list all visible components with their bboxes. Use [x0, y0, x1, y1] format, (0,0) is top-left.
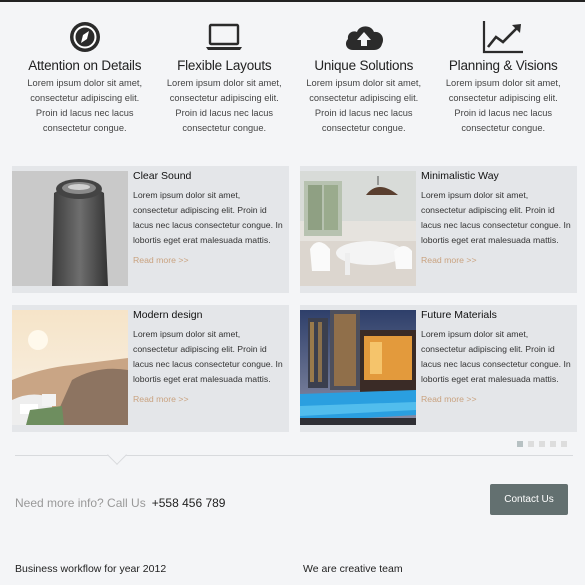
section-divider	[15, 455, 573, 456]
feature-title: Unique Solutions	[314, 58, 414, 73]
card-text: Lorem ipsum dolor sit amet, consectetur …	[133, 190, 283, 245]
cloud-upload-icon	[294, 20, 434, 54]
footer-heading-team: We are creative team	[303, 563, 403, 575]
card-modern-design: Modern design Lorem ipsum dolor sit amet…	[12, 305, 289, 432]
feature-title: Planning & Visions	[448, 58, 558, 73]
footer-heading-workflow: Business workflow for year 2012	[15, 563, 167, 575]
carousel-pager	[517, 441, 567, 447]
feature-title: Flexible Layouts	[177, 58, 272, 73]
interior-image	[300, 171, 416, 286]
feature-text: Lorem ipsum dolor sit amet, consectetur …	[445, 78, 561, 133]
phone-number: +558 456 789	[151, 496, 226, 510]
feature-planning: Planning & Visions Lorem ipsum dolor sit…	[434, 20, 574, 136]
pool-building-image	[300, 310, 416, 425]
speaker-image	[12, 171, 128, 286]
card-minimalistic-way: Minimalistic Way Lorem ipsum dolor sit a…	[300, 166, 577, 293]
compass-icon	[15, 20, 155, 54]
card-text: Lorem ipsum dolor sit amet, consectetur …	[421, 190, 571, 245]
chart-up-icon	[434, 20, 574, 54]
divider-notch	[107, 445, 127, 465]
feature-attention: Attention on Details Lorem ipsum dolor s…	[15, 20, 155, 136]
card-text: Lorem ipsum dolor sit amet, consectetur …	[133, 329, 283, 384]
top-border	[0, 0, 585, 2]
coast-image	[12, 310, 128, 425]
call-us-prompt: Need more info? Call Us	[15, 496, 146, 510]
pager-dot[interactable]	[528, 441, 534, 447]
feature-text: Lorem ipsum dolor sit amet, consectetur …	[27, 78, 143, 133]
feature-unique: Unique Solutions Lorem ipsum dolor sit a…	[294, 20, 434, 136]
features-row: Attention on Details Lorem ipsum dolor s…	[15, 20, 573, 136]
pager-dot[interactable]	[539, 441, 545, 447]
feature-flexible: Flexible Layouts Lorem ipsum dolor sit a…	[155, 20, 295, 136]
pager-dot[interactable]	[550, 441, 556, 447]
card-title: Future Materials	[421, 309, 497, 321]
read-more-link[interactable]: Read more >>	[421, 394, 477, 404]
contact-us-button[interactable]: Contact Us	[490, 484, 568, 515]
card-title: Modern design	[133, 309, 203, 321]
feature-text: Lorem ipsum dolor sit amet, consectetur …	[306, 78, 422, 133]
pager-dot[interactable]	[561, 441, 567, 447]
card-text: Lorem ipsum dolor sit amet, consectetur …	[421, 329, 571, 384]
feature-title: Attention on Details	[28, 58, 142, 73]
feature-text: Lorem ipsum dolor sit amet, consectetur …	[166, 78, 282, 133]
read-more-link[interactable]: Read more >>	[133, 394, 189, 404]
card-future-materials: Future Materials Lorem ipsum dolor sit a…	[300, 305, 577, 432]
card-clear-sound: Clear Sound Lorem ipsum dolor sit amet, …	[12, 166, 289, 293]
read-more-link[interactable]: Read more >>	[133, 255, 189, 265]
card-title: Clear Sound	[133, 170, 192, 182]
card-title: Minimalistic Way	[421, 170, 499, 182]
pager-dot[interactable]	[517, 441, 523, 447]
call-us-text: Need more info? Call Us +558 456 789	[15, 496, 225, 510]
read-more-link[interactable]: Read more >>	[421, 255, 477, 265]
laptop-icon	[155, 20, 295, 54]
